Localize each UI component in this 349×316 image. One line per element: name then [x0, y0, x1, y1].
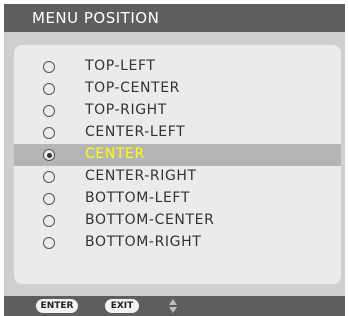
- radio-icon: [43, 193, 55, 205]
- option-label: CENTER-LEFT: [85, 124, 186, 140]
- option-center-right[interactable]: CENTER-RIGHT: [14, 166, 341, 188]
- radio-icon: [43, 61, 55, 73]
- option-label: TOP-LEFT: [85, 58, 156, 74]
- option-center[interactable]: CENTER: [14, 144, 341, 166]
- option-bottom-center[interactable]: BOTTOM-CENTER: [14, 210, 341, 232]
- option-label: BOTTOM-LEFT: [85, 190, 190, 206]
- option-label: CENTER-RIGHT: [85, 168, 197, 184]
- menu-position-dialog: MENU POSITION TOP-LEFT TOP-CENTER TOP-RI…: [4, 4, 345, 316]
- title-bar: MENU POSITION: [4, 4, 345, 32]
- dialog-title: MENU POSITION: [32, 9, 160, 27]
- option-label: BOTTOM-CENTER: [85, 212, 215, 228]
- option-center-left[interactable]: CENTER-LEFT: [14, 122, 341, 144]
- option-top-center[interactable]: TOP-CENTER: [14, 78, 341, 100]
- option-top-right[interactable]: TOP-RIGHT: [14, 100, 341, 122]
- radio-icon: [43, 83, 55, 95]
- enter-button[interactable]: ENTER: [36, 299, 78, 313]
- exit-button[interactable]: EXIT: [105, 299, 139, 313]
- radio-icon: [43, 237, 55, 249]
- radio-icon: [43, 215, 55, 227]
- option-label: CENTER: [85, 146, 145, 162]
- radio-selected-icon: [43, 149, 55, 161]
- up-down-arrows-icon: [169, 299, 177, 313]
- option-bottom-left[interactable]: BOTTOM-LEFT: [14, 188, 341, 210]
- radio-icon: [43, 127, 55, 139]
- option-label: TOP-RIGHT: [85, 102, 167, 118]
- option-label: TOP-CENTER: [85, 80, 180, 96]
- radio-icon: [43, 105, 55, 117]
- footer-bar: ENTER EXIT: [4, 296, 345, 316]
- option-label: BOTTOM-RIGHT: [85, 234, 202, 250]
- option-bottom-right[interactable]: BOTTOM-RIGHT: [14, 232, 341, 254]
- option-top-left[interactable]: TOP-LEFT: [14, 56, 341, 78]
- options-panel: TOP-LEFT TOP-CENTER TOP-RIGHT CENTER-LEF…: [14, 45, 341, 284]
- radio-icon: [43, 171, 55, 183]
